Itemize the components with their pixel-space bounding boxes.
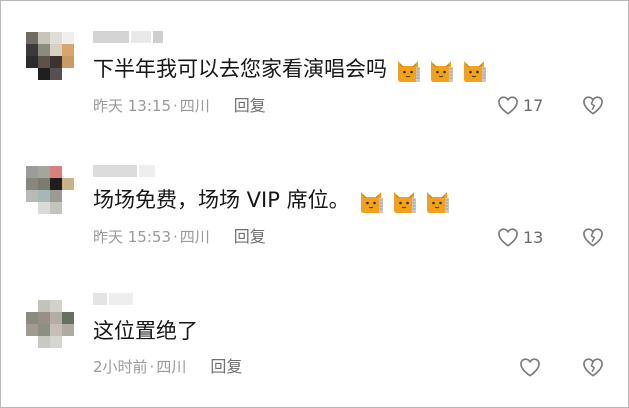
broken-heart-outline-icon bbox=[583, 228, 603, 247]
broken-heart-outline-icon bbox=[583, 358, 603, 377]
comment-meta: 昨天 13:15 · 四川 回复 bbox=[93, 96, 266, 116]
cat-face-emoji bbox=[426, 192, 449, 213]
comment-text: 场场免费，场场 VIP 席位。 bbox=[93, 185, 449, 215]
comment-location: 四川 bbox=[156, 358, 187, 376]
heart-outline-icon bbox=[498, 228, 518, 247]
avatar[interactable] bbox=[26, 32, 74, 80]
comment-text-content: 下半年我可以去您家看演唱会吗 bbox=[93, 57, 387, 81]
dislike-button[interactable] bbox=[582, 357, 604, 381]
comment-list: 下半年我可以去您家看演唱会吗 昨天 13:15 · 四川 回复 17 场场免费，… bbox=[0, 0, 629, 408]
dislike-button[interactable] bbox=[582, 227, 604, 251]
reply-button[interactable]: 回复 bbox=[210, 357, 242, 377]
like-count: 13 bbox=[523, 227, 544, 247]
cat-face-emoji bbox=[360, 192, 383, 213]
reply-button[interactable]: 回复 bbox=[234, 96, 266, 116]
avatar[interactable] bbox=[26, 166, 74, 214]
comment-meta: 昨天 15:53 · 四川 回复 bbox=[93, 227, 266, 247]
comment-meta: 2小时前 · 四川 回复 bbox=[93, 357, 242, 377]
comment-time: 昨天 15:53 bbox=[93, 228, 171, 246]
separator-dot: · bbox=[149, 358, 155, 376]
heart-outline-icon bbox=[498, 96, 518, 115]
comment-location: 四川 bbox=[179, 228, 210, 246]
username-blurred[interactable] bbox=[93, 165, 155, 177]
like-button[interactable]: 17 bbox=[497, 95, 543, 115]
emoji-row bbox=[350, 185, 449, 215]
like-button[interactable] bbox=[519, 357, 541, 377]
username-blurred[interactable] bbox=[93, 293, 133, 305]
cat-face-emoji bbox=[398, 61, 420, 82]
comment-text: 这位置绝了 bbox=[93, 316, 198, 346]
separator-dot: · bbox=[173, 97, 178, 115]
broken-heart-outline-icon bbox=[583, 96, 603, 115]
emoji-row bbox=[387, 54, 486, 84]
cat-face-emoji bbox=[464, 61, 486, 82]
comment-text-content: 场场免费，场场 VIP 席位。 bbox=[93, 188, 350, 212]
cat-face-emoji bbox=[393, 192, 416, 213]
comment-text-content: 这位置绝了 bbox=[93, 319, 198, 343]
cat-face-emoji bbox=[431, 61, 453, 82]
avatar[interactable] bbox=[26, 300, 74, 348]
username-blurred[interactable] bbox=[93, 31, 163, 43]
like-count: 17 bbox=[523, 95, 544, 115]
separator-dot: · bbox=[173, 228, 178, 246]
comment-time: 2小时前 bbox=[93, 358, 148, 376]
comment-time: 昨天 13:15 bbox=[93, 97, 171, 115]
like-button[interactable]: 13 bbox=[497, 227, 543, 247]
heart-outline-icon bbox=[520, 358, 540, 377]
reply-button[interactable]: 回复 bbox=[234, 227, 266, 247]
comment-location: 四川 bbox=[179, 97, 210, 115]
comment-text: 下半年我可以去您家看演唱会吗 bbox=[93, 54, 486, 84]
dislike-button[interactable] bbox=[582, 95, 604, 119]
